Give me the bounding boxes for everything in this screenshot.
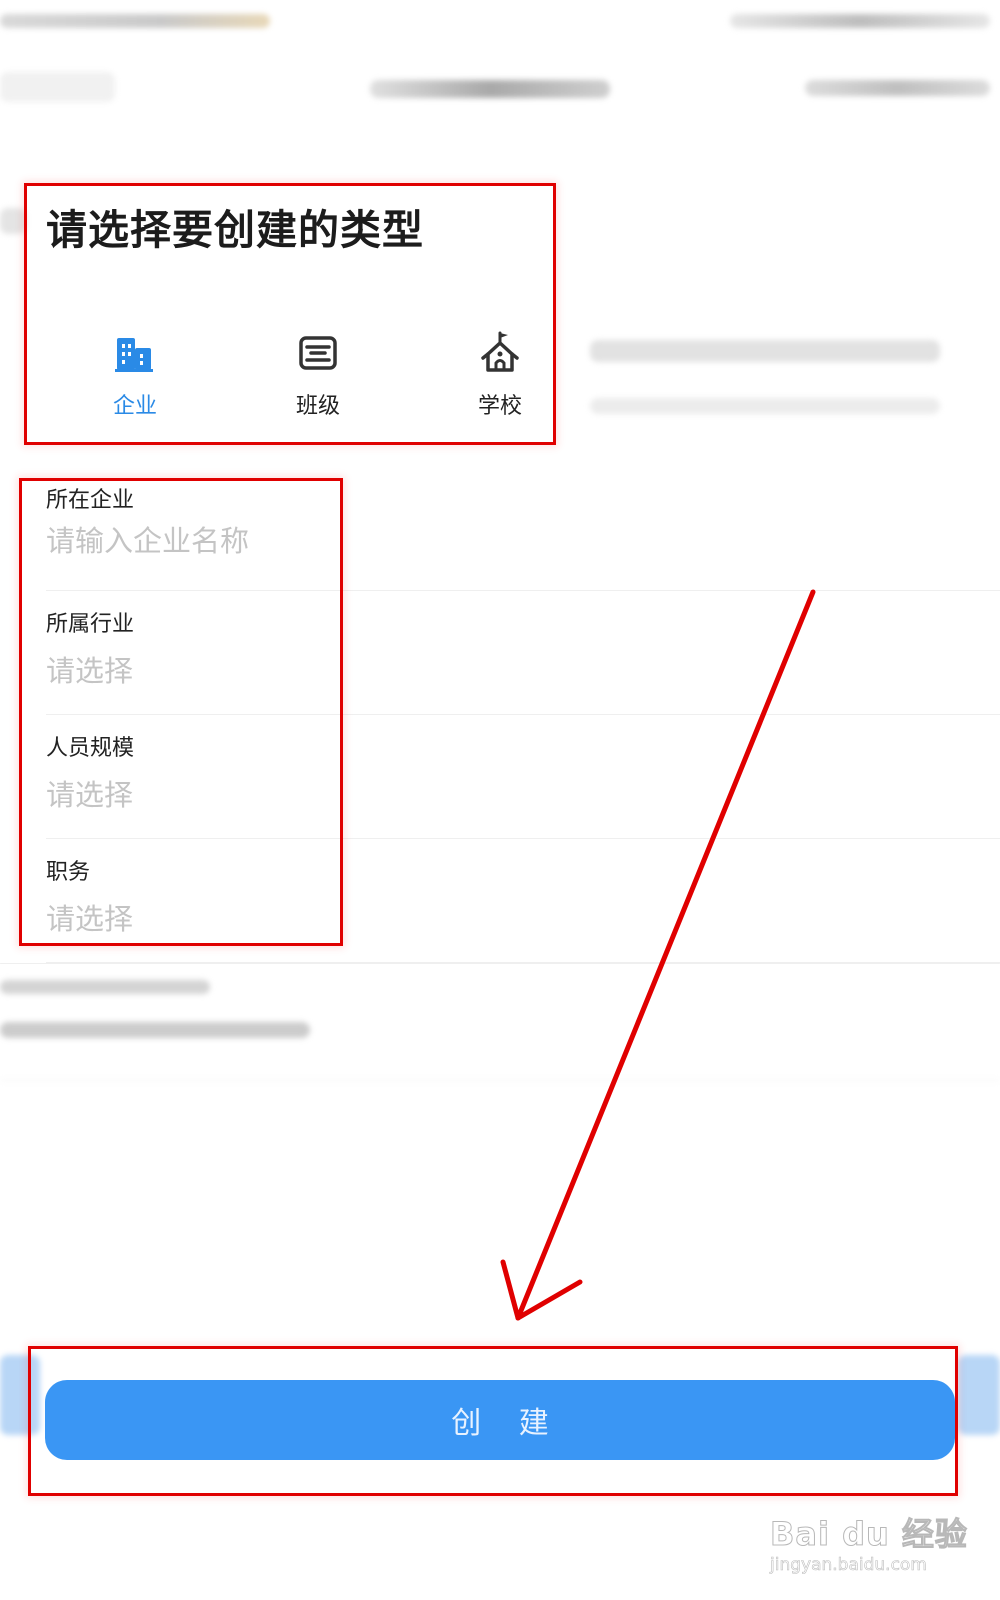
form-row-position[interactable]: 职务 请选择 [46,840,1000,963]
blurred-background [0,963,1000,964]
watermark: Bai du 经验 jingyan.baidu.com [770,1505,980,1590]
form-row-enterprise: 所在企业 [46,468,1000,591]
type-option-label: 企业 [112,394,157,419]
enterprise-name-input[interactable] [46,524,646,558]
industry-select[interactable]: 请选择 [46,648,646,690]
school-icon [481,331,519,372]
form-row-industry[interactable]: 所属行业 请选择 [46,592,1000,715]
page-title: 请选择要创建的类型 [46,206,424,254]
blurred-background [0,1022,310,1038]
blurred-background [590,340,940,362]
field-label: 职务 [46,860,91,885]
field-label: 所属行业 [46,612,135,637]
position-select[interactable]: 请选择 [46,896,646,938]
field-label: 所在企业 [46,488,135,513]
blurred-background [0,208,26,234]
blurred-background [0,1355,40,1435]
type-option-enterprise[interactable]: 企业 [75,330,195,420]
watermark-brand: Bai du 经验 [770,1515,968,1554]
field-label: 人员规模 [46,736,135,761]
building-icon [115,338,153,372]
type-option-school[interactable]: 学校 [440,330,560,420]
blurred-background [958,1355,1000,1435]
type-option-class[interactable]: 班级 [258,330,378,420]
watermark-url: jingyan.baidu.com [770,1555,927,1576]
blurred-header [0,0,1000,160]
class-board-icon [299,336,337,370]
blurred-background [590,398,940,414]
blurred-background [0,1080,1000,1081]
blurred-background [0,980,210,994]
type-option-label: 学校 [477,394,522,419]
type-option-label: 班级 [295,394,340,419]
form-row-staff-size[interactable]: 人员规模 请选择 [46,716,1000,839]
staff-size-select[interactable]: 请选择 [46,772,646,814]
create-button[interactable]: 创 建 [45,1380,955,1460]
